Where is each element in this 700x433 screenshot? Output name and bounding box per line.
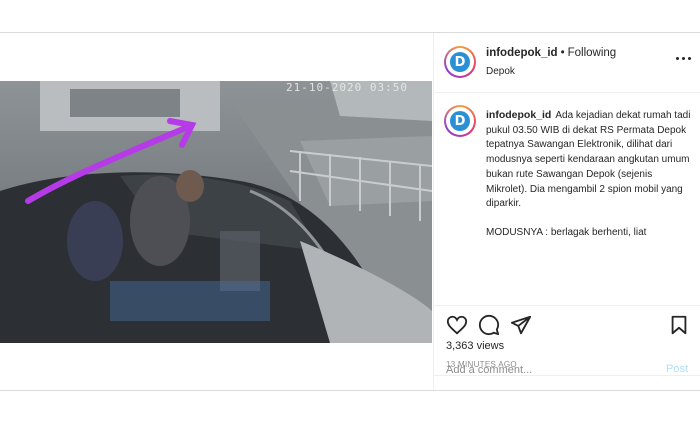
cctv-video[interactable]: 21-10-2020 03:50	[0, 81, 432, 343]
video-timestamp: 21-10-2020 03:50	[286, 81, 408, 94]
bookmark-icon[interactable]	[668, 314, 690, 336]
post-header: D infodepok_id • Following Depok	[434, 33, 700, 93]
post-comment-button[interactable]: Post	[666, 363, 688, 375]
more-options-icon[interactable]	[676, 57, 691, 60]
location-link[interactable]: Depok	[486, 66, 515, 77]
caption: infodepok_id Ada kejadian dekat rumah tad…	[486, 108, 693, 241]
avatar[interactable]: D	[444, 46, 476, 78]
header-user-line: infodepok_id • Following	[486, 47, 616, 59]
caption-text: Ada kejadian dekat rumah tadi pukul 03.5…	[486, 110, 691, 210]
views-count[interactable]: 3,363 views	[446, 340, 504, 352]
avatar[interactable]: D	[444, 105, 476, 137]
media-panel: 21-10-2020 03:50	[0, 33, 432, 390]
post-container: 21-10-2020 03:50 D infodepok_id • Followin…	[0, 32, 700, 391]
paper-plane-icon[interactable]	[510, 314, 532, 336]
brand-logo: D	[450, 111, 470, 131]
following-button[interactable]: Following	[568, 47, 617, 59]
separator-dot: •	[560, 47, 565, 59]
caption-area: D infodepok_id Ada kejadian dekat rumah t…	[434, 94, 700, 304]
header-username[interactable]: infodepok_id	[486, 47, 558, 59]
comment-input[interactable]	[446, 362, 646, 378]
heart-icon[interactable]	[446, 314, 468, 336]
comment-bubble-icon[interactable]	[478, 314, 500, 336]
video-frame	[0, 81, 432, 343]
caption-username[interactable]: infodepok_id	[486, 109, 551, 121]
brand-logo: D	[450, 52, 470, 72]
post-sidebar: D infodepok_id • Following Depok D infodep…	[433, 33, 700, 390]
caption-extra-text: MODUSNYA : berlagak berhenti, liat	[486, 226, 647, 238]
action-bar	[434, 305, 700, 345]
